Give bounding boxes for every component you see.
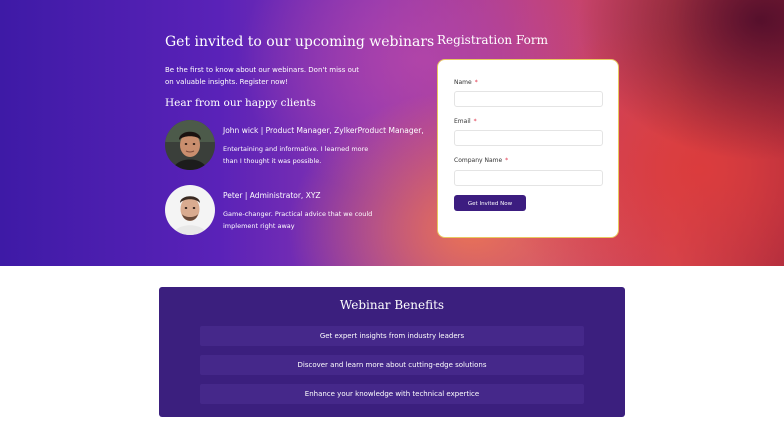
- name-field-label: Name *: [454, 79, 478, 86]
- person-photo-icon: [165, 120, 215, 170]
- testimonial-name: John wick | Product Manager, ZylkerProdu…: [223, 126, 424, 135]
- email-label-text: Email: [454, 118, 471, 125]
- hero-section: Get invited to our upcoming webinars Be …: [0, 0, 784, 266]
- webinar-benefits-panel: Webinar Benefits Get expert insights fro…: [159, 287, 625, 417]
- company-name-field-label: Company Name *: [454, 157, 508, 164]
- hero-headline: Get invited to our upcoming webinars: [165, 34, 435, 50]
- testimonial-quote: Game-changer. Practical advice that we c…: [223, 210, 373, 230]
- registration-form: Name * Email * Company Name * Get Invited N…: [437, 59, 619, 238]
- email-field-label: Email *: [454, 118, 477, 125]
- benefit-item: Get expert insights from industry leader…: [200, 326, 584, 346]
- required-marker: *: [505, 157, 509, 164]
- person-photo-icon: [165, 185, 215, 235]
- registration-form-title: Registration Form: [437, 33, 548, 47]
- testimonial-quote: Entertaining and informative. I learned …: [223, 145, 369, 165]
- avatar: [165, 185, 215, 235]
- get-invited-now-button[interactable]: Get Invited Now: [454, 195, 526, 211]
- name-input[interactable]: [454, 91, 603, 107]
- avatar: [165, 120, 215, 170]
- company-name-input[interactable]: [454, 170, 603, 186]
- required-marker: *: [474, 79, 478, 86]
- benefit-item: Discover and learn more about cutting-ed…: [200, 355, 584, 375]
- clients-heading: Hear from our happy clients: [165, 97, 316, 109]
- benefits-title: Webinar Benefits: [339, 298, 445, 312]
- testimonial-name: Peter | Administrator, XYZ: [223, 191, 321, 200]
- hero-intro-text: Be the first to know about our webinars.…: [165, 66, 360, 86]
- company-name-label-text: Company Name: [454, 157, 503, 164]
- required-marker: *: [473, 118, 477, 125]
- name-label-text: Name: [454, 79, 472, 86]
- benefit-item: Enhance your knowledge with technical ex…: [200, 384, 584, 404]
- email-input[interactable]: [454, 130, 603, 146]
